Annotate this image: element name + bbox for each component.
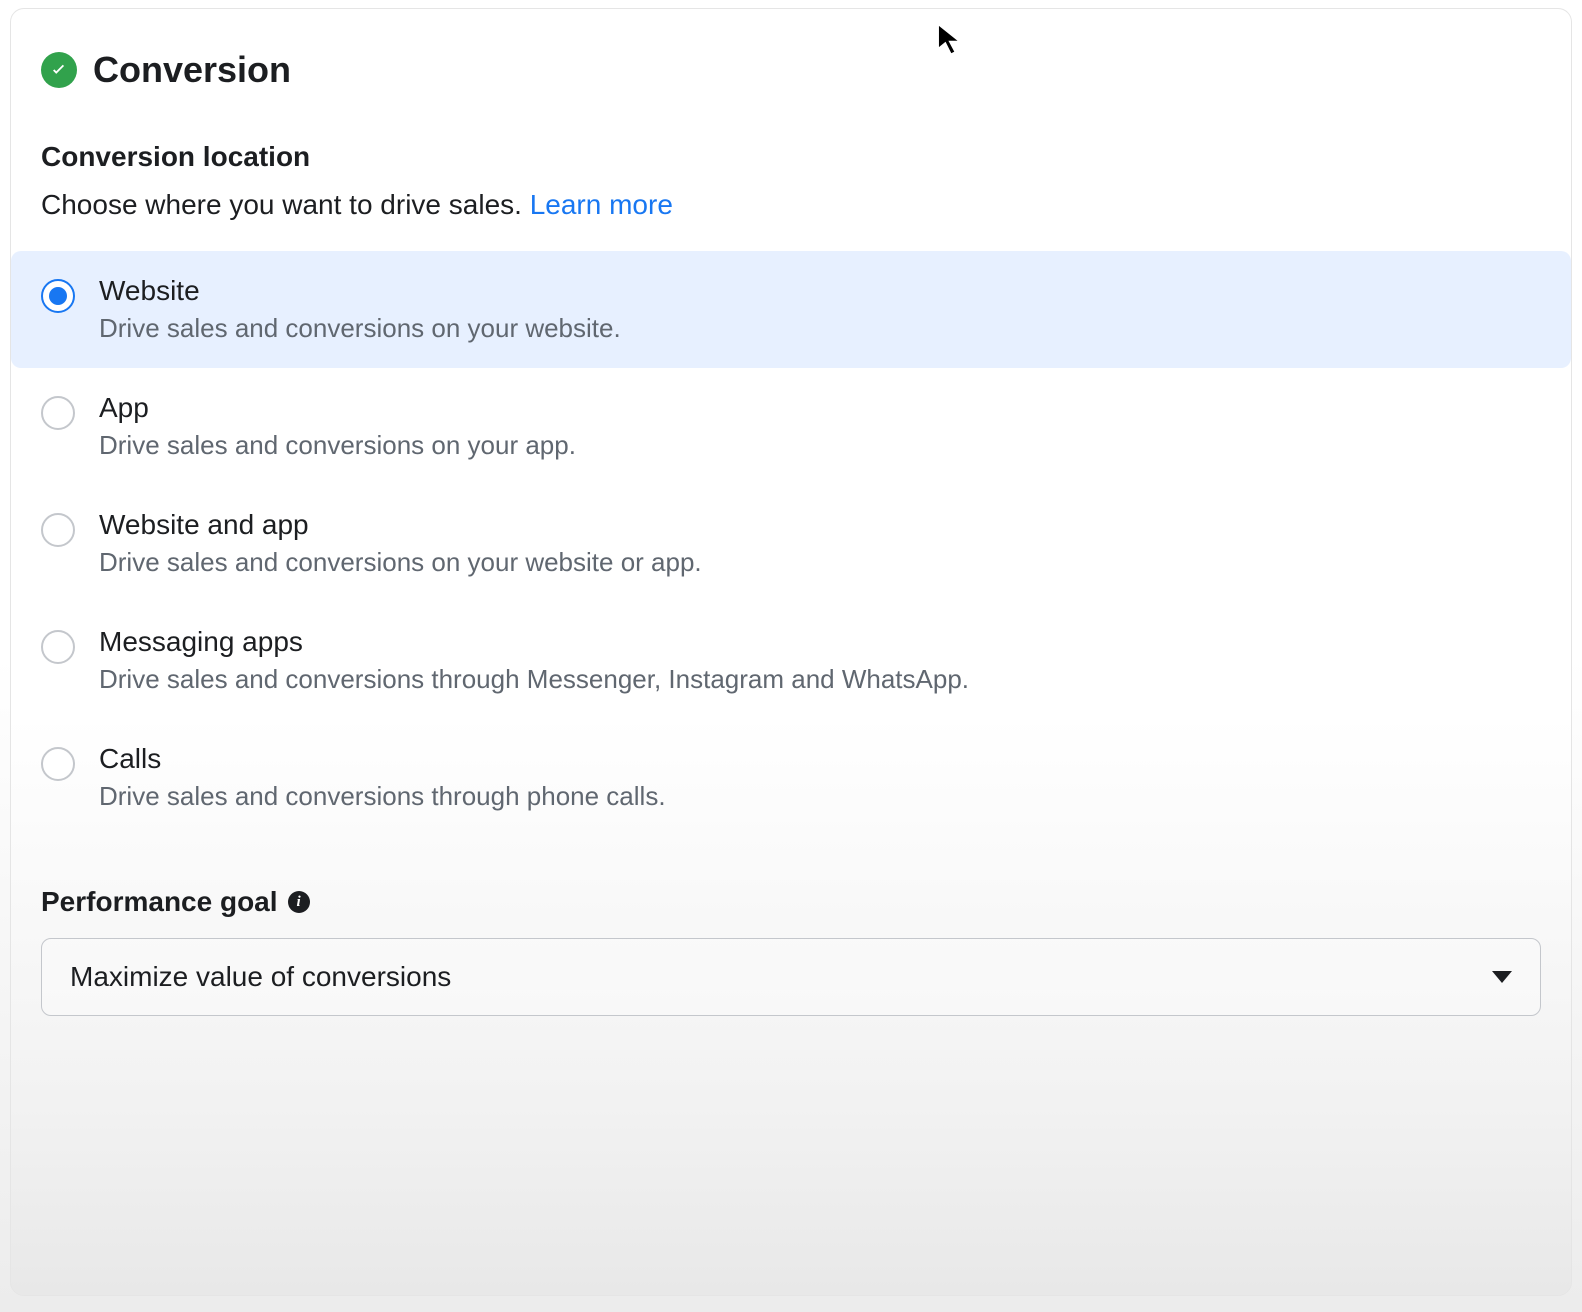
radio-title: Calls (99, 743, 1541, 775)
radio-content: Website and app Drive sales and conversi… (99, 509, 1541, 578)
radio-content: Messaging apps Drive sales and conversio… (99, 626, 1541, 695)
radio-option-website[interactable]: Website Drive sales and conversions on y… (11, 251, 1571, 368)
radio-title: Messaging apps (99, 626, 1541, 658)
radio-desc: Drive sales and conversions on your webs… (99, 547, 1541, 578)
performance-goal-dropdown[interactable]: Maximize value of conversions (41, 938, 1541, 1016)
radio-button[interactable] (41, 279, 75, 313)
conversion-location-heading: Conversion location (41, 141, 1541, 173)
radio-desc: Drive sales and conversions on your webs… (99, 313, 1541, 344)
caret-down-icon (1492, 971, 1512, 983)
radio-option-messaging-apps[interactable]: Messaging apps Drive sales and conversio… (11, 602, 1571, 719)
radio-content: Calls Drive sales and conversions throug… (99, 743, 1541, 812)
learn-more-link[interactable]: Learn more (530, 189, 673, 220)
radio-button[interactable] (41, 630, 75, 664)
conversion-location-description: Choose where you want to drive sales. Le… (41, 189, 1541, 221)
radio-content: App Drive sales and conversions on your … (99, 392, 1541, 461)
conversion-location-radio-group: Website Drive sales and conversions on y… (11, 251, 1571, 836)
radio-content: Website Drive sales and conversions on y… (99, 275, 1541, 344)
info-icon[interactable]: i (288, 891, 310, 913)
radio-option-app[interactable]: App Drive sales and conversions on your … (11, 368, 1571, 485)
radio-button[interactable] (41, 747, 75, 781)
radio-dot-icon (49, 287, 67, 305)
radio-desc: Drive sales and conversions through Mess… (99, 664, 1541, 695)
radio-title: Website and app (99, 509, 1541, 541)
radio-option-calls[interactable]: Calls Drive sales and conversions throug… (11, 719, 1571, 836)
performance-goal-label: Performance goal (41, 886, 278, 918)
radio-desc: Drive sales and conversions through phon… (99, 781, 1541, 812)
performance-goal-value: Maximize value of conversions (70, 961, 451, 993)
section-header: Conversion (41, 49, 1541, 91)
conversion-panel: Conversion Conversion location Choose wh… (10, 8, 1572, 1296)
radio-button[interactable] (41, 513, 75, 547)
radio-title: Website (99, 275, 1541, 307)
radio-button[interactable] (41, 396, 75, 430)
conversion-location-desc-text: Choose where you want to drive sales. (41, 189, 530, 220)
performance-goal-section: Performance goal i Maximize value of con… (41, 886, 1541, 1016)
check-circle-icon (41, 52, 77, 88)
section-title: Conversion (93, 49, 291, 91)
radio-desc: Drive sales and conversions on your app. (99, 430, 1541, 461)
performance-goal-label-row: Performance goal i (41, 886, 1541, 918)
radio-option-website-and-app[interactable]: Website and app Drive sales and conversi… (11, 485, 1571, 602)
radio-title: App (99, 392, 1541, 424)
